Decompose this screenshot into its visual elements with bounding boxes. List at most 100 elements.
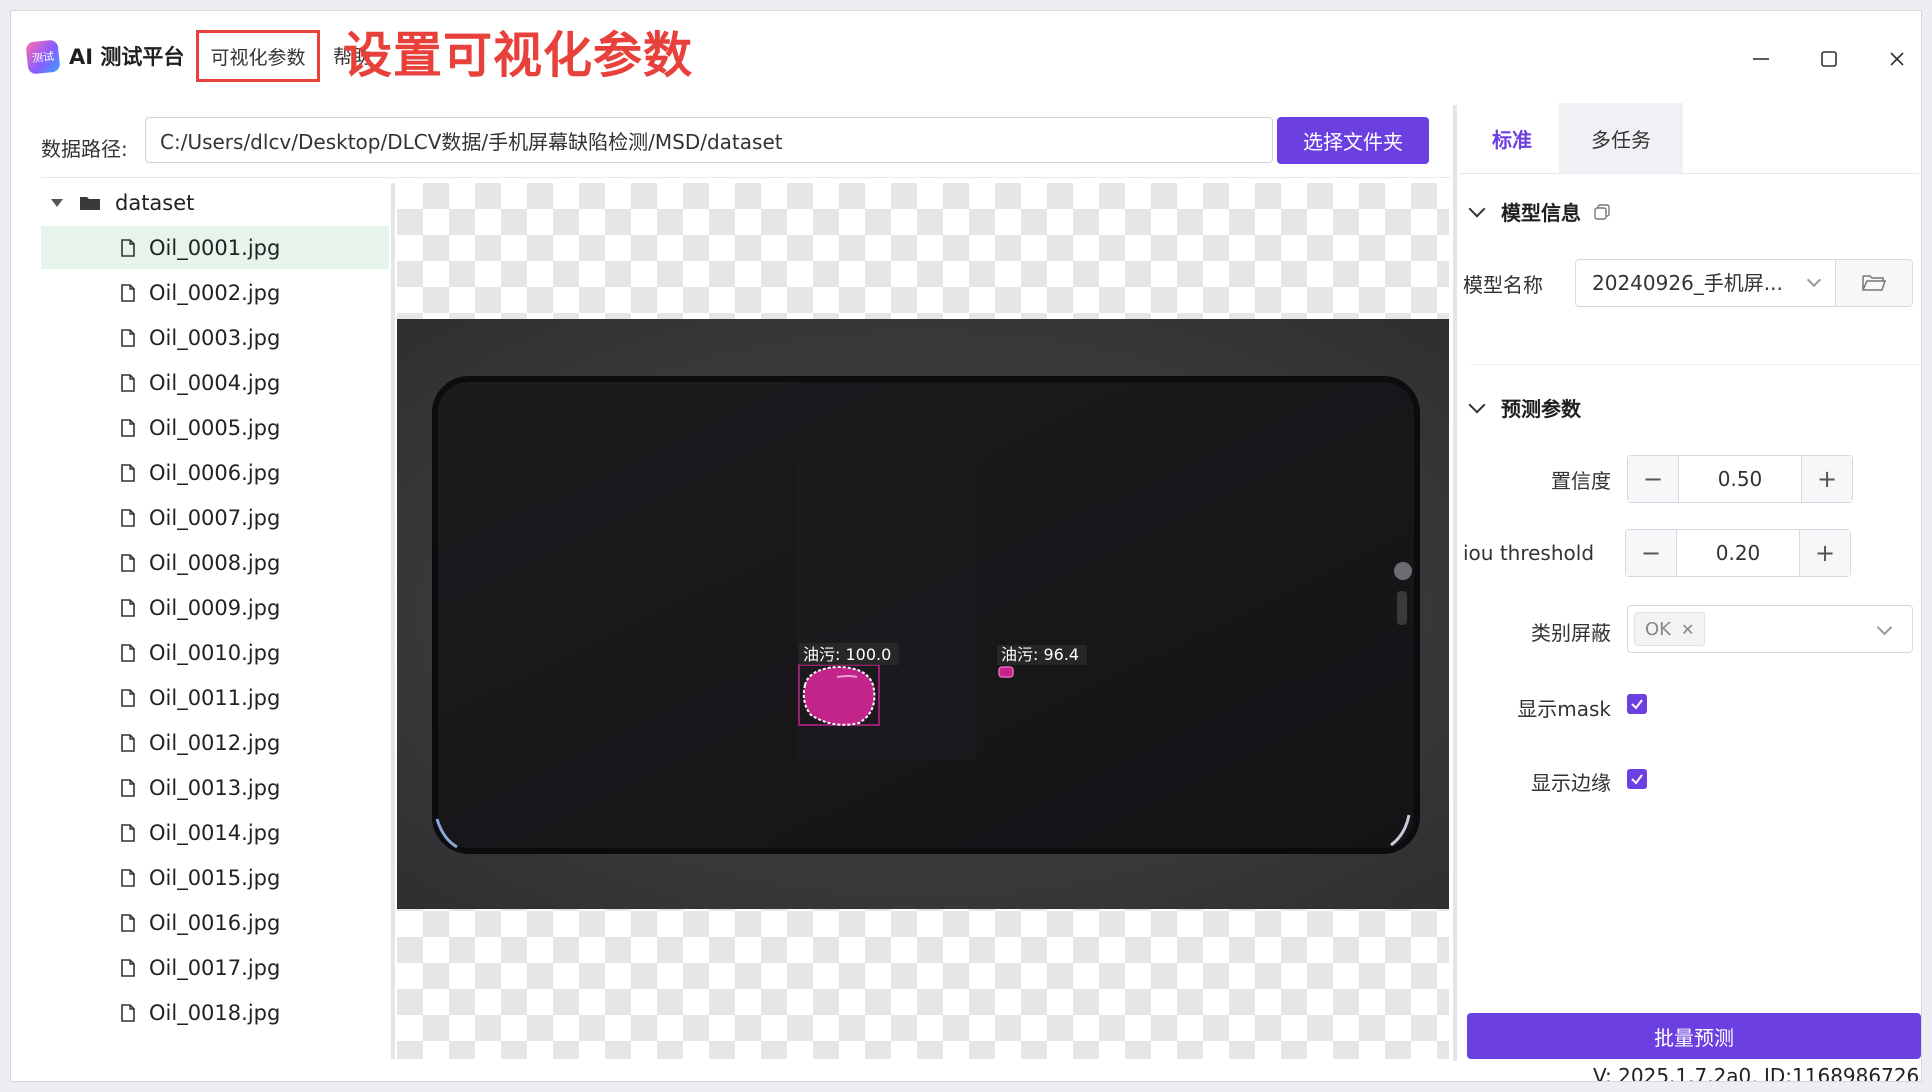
- confidence-decrement-button[interactable]: −: [1628, 456, 1679, 502]
- predict-params-title: 预测参数: [1501, 397, 1581, 421]
- confidence-value[interactable]: 0.50: [1679, 456, 1801, 502]
- app-window: 测试 AI 测试平台 可视化参数 帮助 设置可视化参数 数据路径: 选择文件夹 …: [10, 10, 1922, 1082]
- file-item[interactable]: Oil_0004.jpg: [41, 361, 389, 404]
- copy-icon[interactable]: [1593, 203, 1611, 221]
- title-bar: 测试 AI 测试平台 可视化参数 帮助 设置可视化参数: [11, 11, 1921, 101]
- file-label: Oil_0017.jpg: [149, 955, 281, 980]
- file-item[interactable]: Oil_0002.jpg: [41, 271, 389, 314]
- file-item[interactable]: Oil_0005.jpg: [41, 406, 389, 449]
- file-item[interactable]: Oil_0011.jpg: [41, 676, 389, 719]
- confidence-increment-button[interactable]: +: [1801, 456, 1852, 502]
- file-item[interactable]: Oil_0001.jpg: [41, 226, 389, 269]
- batch-predict-button[interactable]: 批量预测: [1467, 1013, 1921, 1059]
- data-path-label: 数据路径:: [41, 137, 128, 161]
- file-icon: [121, 373, 135, 392]
- file-icon: [121, 1003, 135, 1022]
- version-text: V: 2025.1.7.2a0, ID:1168986726: [1593, 1064, 1920, 1082]
- file-label: Oil_0004.jpg: [149, 370, 281, 395]
- model-info-title: 模型信息: [1501, 201, 1581, 225]
- tab-standard[interactable]: 标准: [1459, 103, 1565, 176]
- file-item[interactable]: Oil_0012.jpg: [41, 721, 389, 764]
- show-edge-checkbox[interactable]: [1627, 769, 1647, 789]
- model-name-select[interactable]: 20240926_手机屏...: [1575, 259, 1835, 307]
- folder-open-icon: [1862, 275, 1887, 291]
- file-label: Oil_0007.jpg: [149, 505, 281, 530]
- chevron-down-icon[interactable]: [1468, 200, 1486, 217]
- file-label: Oil_0012.jpg: [149, 730, 281, 755]
- confidence-label: 置信度: [1551, 469, 1611, 493]
- iou-label: iou threshold: [1463, 541, 1595, 565]
- file-label: Oil_0010.jpg: [149, 640, 281, 665]
- class-mask-select[interactable]: OK ✕: [1627, 605, 1913, 653]
- select-folder-button[interactable]: 选择文件夹: [1277, 117, 1429, 164]
- chevron-down-icon[interactable]: [1468, 396, 1486, 413]
- file-item[interactable]: Oil_0013.jpg: [41, 766, 389, 809]
- app-logo-icon: 测试: [25, 39, 61, 75]
- class-tag-ok: OK ✕: [1634, 612, 1706, 646]
- iou-value[interactable]: 0.20: [1677, 530, 1799, 576]
- preview-image: 油污: 100.0 油污: 96.4: [397, 319, 1449, 909]
- panel-splitter[interactable]: [1453, 105, 1457, 1061]
- file-icon: [121, 553, 135, 572]
- file-label: Oil_0013.jpg: [149, 775, 281, 800]
- class-mask-label: 类别屏蔽: [1531, 621, 1611, 645]
- detection-label-1: 油污: 100.0: [803, 645, 891, 664]
- predict-params-header[interactable]: 预测参数: [1468, 393, 1581, 422]
- iou-increment-button[interactable]: +: [1799, 530, 1850, 576]
- file-icon: [121, 463, 135, 482]
- file-label: Oil_0009.jpg: [149, 595, 281, 620]
- file-label: Oil_0002.jpg: [149, 280, 281, 305]
- iou-stepper[interactable]: − 0.20 +: [1625, 529, 1851, 577]
- show-mask-checkbox[interactable]: [1627, 694, 1647, 714]
- image-viewer[interactable]: 油污: 100.0 油污: 96.4: [397, 183, 1449, 1059]
- file-label: Oil_0003.jpg: [149, 325, 281, 350]
- tab-multitask[interactable]: 多任务: [1559, 103, 1683, 173]
- maximize-icon[interactable]: [1811, 41, 1847, 77]
- file-tree: dataset Oil_0001.jpg Oil_0002.jpg Oil_0003…: [41, 181, 389, 1061]
- app-title: AI 测试平台: [69, 45, 185, 69]
- file-item[interactable]: Oil_0010.jpg: [41, 631, 389, 674]
- file-icon: [121, 733, 135, 752]
- file-icon: [121, 868, 135, 887]
- file-icon: [121, 598, 135, 617]
- check-icon: [1631, 774, 1643, 785]
- file-label: Oil_0005.jpg: [149, 415, 281, 440]
- file-item[interactable]: Oil_0015.jpg: [41, 856, 389, 899]
- file-item[interactable]: Oil_0016.jpg: [41, 901, 389, 944]
- model-info-header[interactable]: 模型信息: [1468, 197, 1611, 226]
- tree-root-dataset[interactable]: dataset: [41, 181, 389, 225]
- folder-icon: [80, 197, 100, 210]
- file-item[interactable]: Oil_0006.jpg: [41, 451, 389, 494]
- file-item[interactable]: Oil_0009.jpg: [41, 586, 389, 629]
- file-item[interactable]: Oil_0017.jpg: [41, 946, 389, 989]
- model-folder-button[interactable]: [1835, 259, 1913, 307]
- divider: [1471, 364, 1919, 365]
- model-name-value: 20240926_手机屏...: [1592, 271, 1783, 295]
- file-icon: [121, 283, 135, 302]
- data-path-input[interactable]: [145, 117, 1273, 163]
- file-icon: [121, 958, 135, 977]
- menu-visual-params[interactable]: 可视化参数: [196, 30, 320, 82]
- file-item[interactable]: Oil_0008.jpg: [41, 541, 389, 584]
- class-tag-label: OK: [1645, 618, 1671, 640]
- caret-down-icon[interactable]: [51, 199, 63, 207]
- file-item[interactable]: Oil_0007.jpg: [41, 496, 389, 539]
- iou-decrement-button[interactable]: −: [1626, 530, 1677, 576]
- tag-close-icon[interactable]: ✕: [1681, 620, 1694, 639]
- file-item[interactable]: Oil_0014.jpg: [41, 811, 389, 854]
- file-item[interactable]: Oil_0003.jpg: [41, 316, 389, 359]
- file-label: Oil_0001.jpg: [149, 235, 281, 260]
- file-label: Oil_0006.jpg: [149, 460, 281, 485]
- chevron-down-icon: [1876, 619, 1893, 636]
- confidence-stepper[interactable]: − 0.50 +: [1627, 455, 1853, 503]
- minimize-icon[interactable]: [1743, 41, 1779, 77]
- check-icon: [1631, 699, 1643, 710]
- file-icon: [121, 688, 135, 707]
- close-icon[interactable]: [1879, 41, 1915, 77]
- file-icon: [121, 913, 135, 932]
- show-mask-label: 显示mask: [1517, 697, 1611, 721]
- file-item[interactable]: Oil_0018.jpg: [41, 991, 389, 1034]
- tree-root-label: dataset: [115, 191, 195, 215]
- file-label: Oil_0008.jpg: [149, 550, 281, 575]
- tree-splitter[interactable]: [391, 183, 395, 1059]
